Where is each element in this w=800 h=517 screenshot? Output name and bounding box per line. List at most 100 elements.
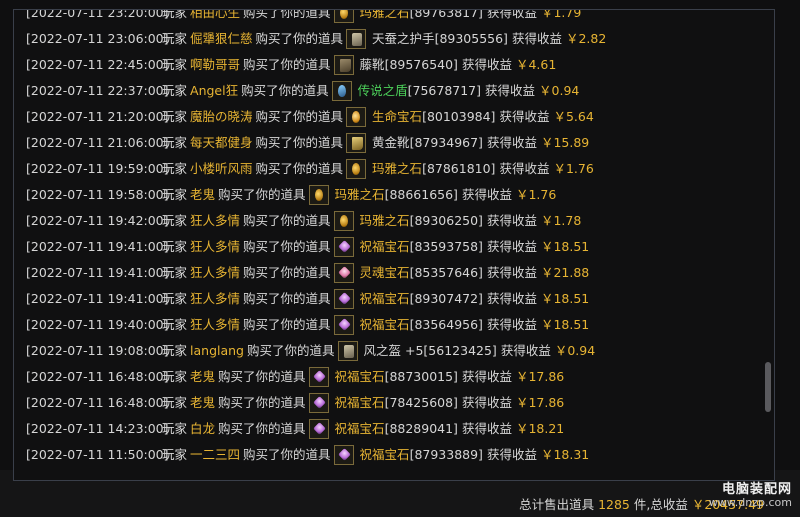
player-name: 狂人多情 (190, 265, 241, 280)
item-id: [83593758] (409, 239, 483, 254)
log-message: 玩家 狂人多情 购买了你的道具 祝福宝石 [83593758] 获得收益 ￥18.51 (162, 234, 589, 260)
gold-orb-icon[interactable] (333, 211, 354, 231)
helm-icon[interactable] (337, 341, 358, 361)
sales-log-list: [2022-07-11 23:20:00] 玩家 相由心生 购买了你的道具 玛雅之石 [8… (14, 10, 759, 468)
summary-prefix: 总计售出道具 (519, 497, 595, 512)
log-message: 玩家 老鬼 购买了你的道具 祝福宝石 [78425608] 获得收益 ￥17.86 (162, 390, 564, 416)
item-id: [89307472] (409, 291, 483, 306)
log-message: 玩家 倔犟狠仁慈 购买了你的道具 天蚕之护手 [89305556] 获得收益 ￥2.82 (162, 26, 606, 52)
log-timestamp: [2022-07-11 14:23:00] (26, 421, 169, 436)
log-row: [2022-07-11 19:40:00] 玩家 狂人多情 购买了你的道具 祝福宝石 [8… (14, 312, 759, 338)
item-id: [88730015] (384, 369, 458, 384)
bless-gem-icon[interactable] (308, 419, 329, 439)
log-row: [2022-07-11 16:48:00] 玩家 老鬼 购买了你的道具 祝福宝石 [887… (14, 364, 759, 390)
item-id: [87933889] (409, 447, 483, 462)
earned-amount: ￥1.76 (515, 187, 557, 202)
log-timestamp: [2022-07-11 19:58:00] (26, 187, 169, 202)
player-prefix: 玩家 (162, 291, 188, 306)
earned-text: 获得收益 (499, 161, 550, 176)
log-message: 玩家 小楼听风雨 购买了你的道具 玛雅之石 [87861810] 获得收益 ￥1.76 (162, 156, 594, 182)
earned-text: 获得收益 (461, 421, 512, 436)
earned-text: 获得收益 (500, 343, 551, 358)
log-row: [2022-07-11 23:06:00] 玩家 倔犟狠仁慈 购买了你的道具 天蚕之护手… (14, 26, 759, 52)
bought-text: 购买了你的道具 (218, 421, 306, 436)
scrollbar-thumb[interactable] (765, 362, 771, 412)
log-timestamp: [2022-07-11 19:42:00] (26, 213, 169, 228)
player-prefix: 玩家 (162, 369, 188, 384)
item-name: 黄金靴 (372, 135, 410, 150)
earned-text: 获得收益 (486, 317, 537, 332)
item-name: 祝福宝石 (359, 291, 410, 306)
player-prefix: 玩家 (162, 447, 188, 462)
bought-text: 购买了你的道具 (243, 447, 331, 462)
soul-gem-icon[interactable] (333, 263, 354, 283)
log-message: 玩家 魔胎の晓涛 购买了你的道具 生命宝石 [80103984] 获得收益 ￥5.64 (162, 104, 594, 130)
earned-text: 获得收益 (486, 447, 537, 462)
player-name: 小楼听风雨 (190, 161, 253, 176)
log-row: [2022-07-11 23:20:00] 玩家 相由心生 购买了你的道具 玛雅之石 [8… (14, 9, 759, 26)
scrollbar[interactable] (765, 14, 771, 474)
item-name: 灵魂宝石 (359, 265, 410, 280)
item-name: 祝福宝石 (334, 421, 385, 436)
log-row: [2022-07-11 19:41:00] 玩家 狂人多情 购买了你的道具 祝福宝石 [8… (14, 234, 759, 260)
item-id: [88661656] (384, 187, 458, 202)
item-name: 传说之盾 (357, 83, 408, 98)
bless-gem-icon[interactable] (333, 315, 354, 335)
player-name: 白龙 (190, 421, 216, 436)
bought-text: 购买了你的道具 (255, 109, 344, 124)
earned-text: 获得收益 (511, 31, 562, 46)
log-message: 玩家 狂人多情 购买了你的道具 祝福宝石 [83564956] 获得收益 ￥18.51 (162, 312, 589, 338)
item-name: 天蚕之护手 (372, 31, 435, 46)
log-message: 玩家 Angel狂 购买了你的道具 传说之盾 [75678717] 获得收益 ￥0.94 (162, 78, 579, 104)
earned-amount: ￥17.86 (515, 369, 565, 384)
item-name: 玛雅之石 (359, 213, 410, 228)
gold-orb-icon[interactable] (308, 185, 329, 205)
log-timestamp: [2022-07-11 19:41:00] (26, 239, 169, 254)
earned-amount: ￥1.78 (540, 213, 582, 228)
gold-orb-icon[interactable] (333, 10, 354, 23)
item-name: 玛雅之石 (372, 161, 423, 176)
bless-gem-icon[interactable] (333, 289, 354, 309)
log-row: [2022-07-11 16:48:00] 玩家 老鬼 购买了你的道具 祝福宝石 [784… (14, 390, 759, 416)
earned-amount: ￥15.89 (540, 135, 590, 150)
earned-amount: ￥18.51 (540, 291, 590, 306)
log-message: 玩家 相由心生 购买了你的道具 玛雅之石 [89763817] 获得收益 ￥1.79 (162, 9, 582, 26)
item-id: [80103984] (422, 109, 496, 124)
shield-icon[interactable] (331, 81, 352, 101)
sales-log-panel[interactable]: [2022-07-11 23:20:00] 玩家 相由心生 购买了你的道具 玛雅之石 [8… (13, 9, 775, 481)
log-message: 玩家 狂人多情 购买了你的道具 祝福宝石 [89307472] 获得收益 ￥18.51 (162, 286, 589, 312)
item-name: 玛雅之石 (359, 9, 410, 20)
bought-text: 购买了你的道具 (243, 9, 331, 20)
bought-text: 购买了你的道具 (243, 291, 331, 306)
log-timestamp: [2022-07-11 19:41:00] (26, 291, 169, 306)
item-id: [89306250] (409, 213, 483, 228)
life-gem-icon[interactable] (346, 107, 367, 127)
item-name: 祝福宝石 (359, 317, 410, 332)
boot-icon[interactable] (333, 55, 354, 75)
gold-orb-icon[interactable] (346, 159, 367, 179)
bought-text: 购买了你的道具 (255, 161, 344, 176)
log-timestamp: [2022-07-11 21:06:00] (26, 135, 169, 150)
player-prefix: 玩家 (162, 317, 188, 332)
gold-boot-icon[interactable] (346, 133, 367, 153)
earned-text: 获得收益 (461, 57, 512, 72)
bless-gem-icon[interactable] (308, 393, 329, 413)
item-id: [88289041] (384, 421, 458, 436)
glove-icon[interactable] (346, 29, 367, 49)
earned-text: 获得收益 (486, 265, 537, 280)
bless-gem-icon[interactable] (308, 367, 329, 387)
log-message: 玩家 啊勒哥哥 购买了你的道具 藤靴 [89576540] 获得收益 ￥4.61 (162, 52, 556, 78)
log-row: [2022-07-11 19:59:00] 玩家 小楼听风雨 购买了你的道具 玛雅之石[… (14, 156, 759, 182)
bless-gem-icon[interactable] (333, 237, 354, 257)
bought-text: 购买了你的道具 (241, 83, 329, 98)
log-row: [2022-07-11 14:23:00] 玩家 白龙 购买了你的道具 祝福宝石 [882… (14, 416, 759, 442)
log-row: [2022-07-11 21:20:00] 玩家 魔胎の晓涛 购买了你的道具 生命宝石[… (14, 104, 759, 130)
earned-amount: ￥2.82 (565, 31, 607, 46)
earned-amount: ￥18.31 (540, 447, 590, 462)
earned-amount: ￥1.79 (540, 9, 582, 20)
bought-text: 购买了你的道具 (255, 135, 344, 150)
earned-amount: ￥18.51 (540, 239, 590, 254)
bless-gem-icon[interactable] (333, 445, 354, 465)
player-name: 狂人多情 (190, 239, 241, 254)
earned-text: 获得收益 (461, 369, 512, 384)
